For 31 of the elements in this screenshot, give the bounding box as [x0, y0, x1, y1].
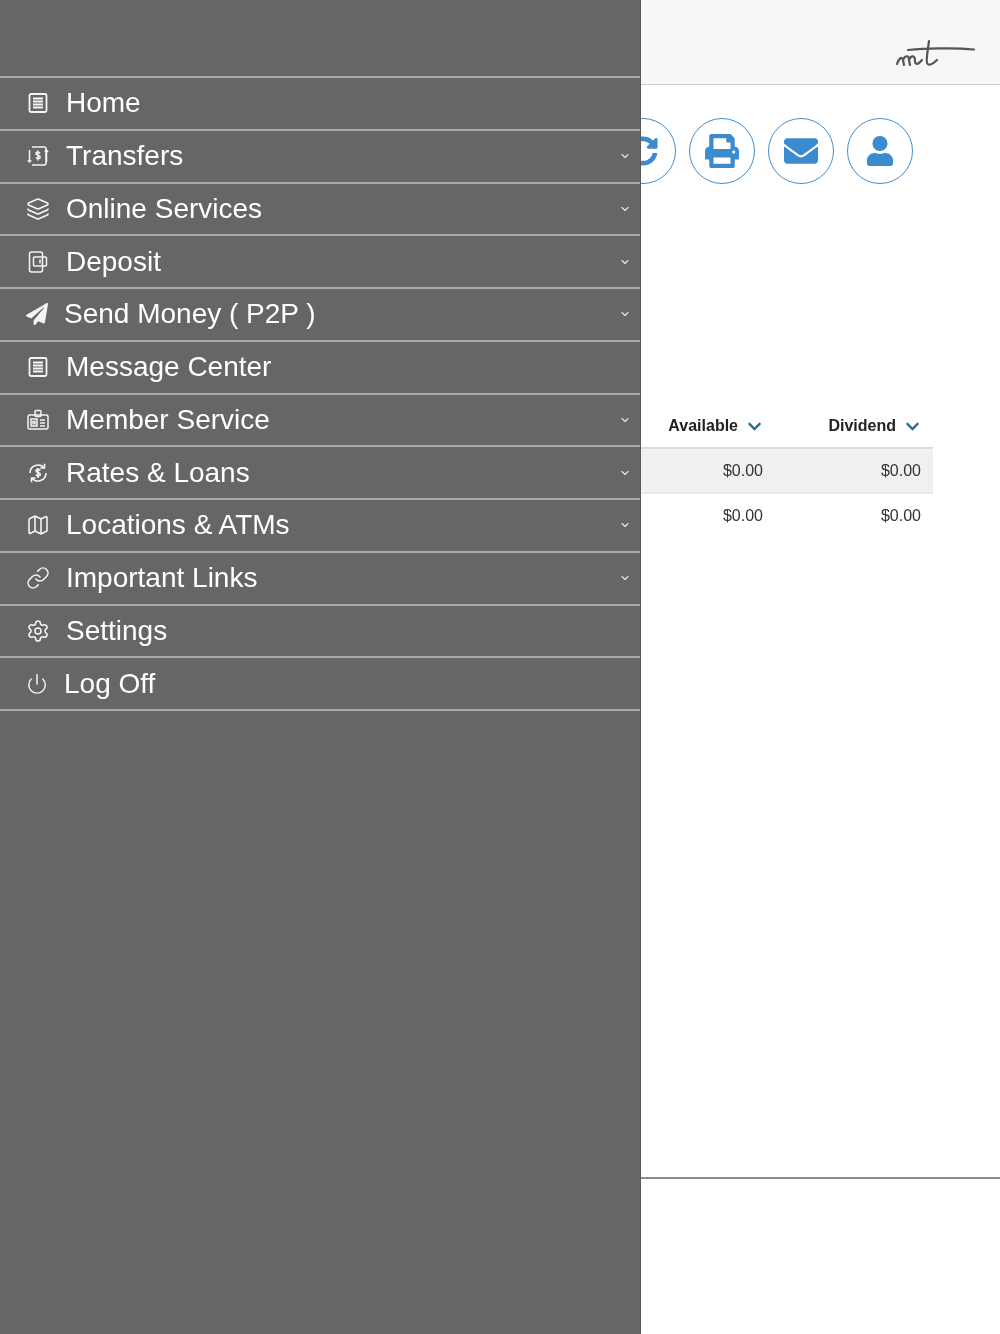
list-icon	[26, 355, 50, 380]
table-cell-text: $0.00	[879, 506, 922, 525]
layers-icon	[26, 196, 50, 221]
menu-item[interactable]: Member Service	[0, 394, 640, 448]
id-badge-icon	[26, 407, 50, 432]
menu-item[interactable]: Online Services	[0, 183, 640, 237]
menu-item[interactable]: Locations & ATMs	[0, 500, 640, 553]
column-header[interactable]: Dividend	[771, 405, 933, 447]
table-cell-text: $0.00	[879, 461, 922, 480]
table-cell-text: $0.00	[721, 506, 764, 525]
menu-item[interactable]: Send Money ( P2P )	[0, 289, 640, 342]
map-icon	[26, 513, 50, 538]
phone-dollar-icon	[26, 249, 50, 274]
menu-item[interactable]: Message Center	[0, 341, 640, 395]
paper-plane-icon	[26, 303, 48, 326]
menu-item[interactable]: Important Links	[0, 552, 640, 606]
table-cell-text: $0.00	[721, 461, 764, 480]
dollar-transfer-icon	[26, 144, 50, 169]
power-icon	[26, 672, 48, 695]
settings-icon	[26, 618, 50, 643]
menu-item[interactable]: Deposit	[0, 236, 640, 289]
menu-item[interactable]: Home	[0, 78, 640, 131]
column-header[interactable]: Available	[641, 405, 771, 447]
printer-icon	[705, 134, 739, 168]
user-icon	[865, 136, 895, 166]
list-icon	[26, 91, 50, 116]
menu-item[interactable]: Settings	[0, 605, 640, 659]
link-icon	[26, 566, 50, 591]
menu-item[interactable]: Rates & Loans	[0, 447, 640, 500]
menu-item[interactable]: Transfers	[0, 130, 640, 184]
menu-item[interactable]: Log Off	[0, 658, 640, 711]
